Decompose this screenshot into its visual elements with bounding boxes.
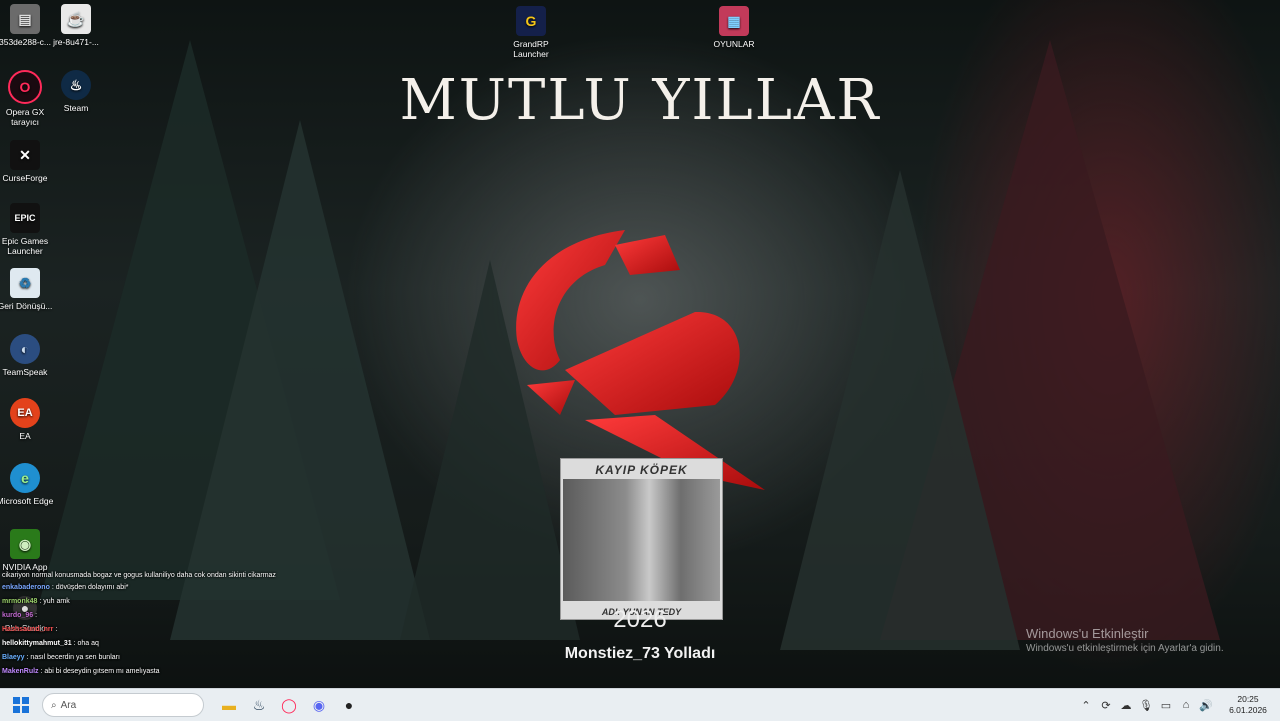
teamspeak-icon: ◐ bbox=[10, 334, 40, 364]
discord-icon: ◉ bbox=[312, 696, 326, 713]
chevron-up-icon: ⌃ bbox=[1081, 699, 1091, 712]
nvidia-icon: ◉ bbox=[10, 529, 40, 559]
tray-volume[interactable]: 🔊 bbox=[1196, 699, 1216, 712]
steam-icon: ♨ bbox=[61, 70, 91, 100]
year-text: 2026 bbox=[613, 606, 667, 633]
chat-message: Hashsaund_nrr : bbox=[2, 626, 58, 633]
folder-games-icon: ▦ bbox=[719, 6, 749, 36]
desktop-icon-label: OYUNLAR bbox=[713, 39, 755, 49]
ea-icon: EA bbox=[10, 398, 40, 428]
chat-message: MakenRulz : abi bi deseydin gıtsem mı am… bbox=[2, 668, 160, 675]
tray-sync[interactable]: ⟳ bbox=[1096, 699, 1116, 712]
curseforge-icon: ✕ bbox=[10, 140, 40, 170]
activation-title: Windows'u Etkinleştir bbox=[1026, 626, 1149, 641]
epic-games-icon: EPIC bbox=[10, 203, 40, 233]
sync-icon: ⟳ bbox=[1101, 699, 1111, 712]
network-icon: ⌂ bbox=[1182, 699, 1190, 711]
desktop-icon-label: Steam bbox=[63, 103, 89, 113]
cloud-icon: ☁ bbox=[1120, 699, 1132, 712]
wallpaper-tree bbox=[170, 120, 430, 640]
search-placeholder: Ara bbox=[60, 699, 77, 711]
activation-subtitle: Windows'u etkinleştirmek için Ayarlar'a … bbox=[1026, 643, 1224, 654]
desktop-icon-label: Geri Dönüşü... bbox=[0, 301, 53, 311]
microphone-icon: 🎙 bbox=[1139, 699, 1153, 712]
desktop-icon-grandrp[interactable]: G GrandRP Launcher bbox=[500, 6, 562, 59]
clock-date: 6.01.2026 bbox=[1229, 705, 1267, 715]
desktop-icon-label: EA bbox=[19, 431, 31, 441]
display-icon: ▭ bbox=[1160, 699, 1172, 712]
wallpaper-title: MUTLU YILLAR bbox=[399, 68, 881, 133]
tray-cloud[interactable]: ☁ bbox=[1116, 699, 1136, 712]
clock-time: 20:25 bbox=[1237, 694, 1259, 704]
desktop-icon-edge[interactable]: e Microsoft Edge bbox=[0, 463, 56, 506]
chat-message: hellokittymahmut_31 : oha aq bbox=[2, 640, 99, 647]
desktop-icon-label: Microsoft Edge bbox=[0, 496, 54, 506]
show-hidden-icons-button[interactable]: ⌃ bbox=[1076, 699, 1096, 712]
desktop-icon-label: GrandRP Launcher bbox=[513, 39, 549, 59]
desktop-icon-label: TeamSpeak bbox=[2, 367, 48, 377]
chat-message: enkabaderono : dövüşden dolayımı abi* bbox=[2, 584, 129, 591]
obs-icon: ● bbox=[344, 697, 354, 713]
wallpaper-tree bbox=[780, 170, 1020, 650]
folder-icon: ▬ bbox=[222, 697, 236, 713]
chat-message: cikariyon normal konusmada bogaz ve gogu… bbox=[2, 572, 276, 579]
taskbar-steam[interactable]: ♨ bbox=[244, 691, 274, 719]
chat-message: kurdo_96 : bbox=[2, 612, 38, 619]
taskbar-obs[interactable]: ● bbox=[334, 691, 364, 719]
stream-chat-overlay: cikariyon normal konusmada bogaz ve gogu… bbox=[2, 570, 292, 679]
lost-dog-poster: KAYIP KÖPEK ADI: YUNAN TEDY bbox=[560, 458, 723, 620]
tray-microphone[interactable]: 🎙 bbox=[1136, 699, 1156, 712]
file-icon: ▤ bbox=[10, 4, 40, 34]
recycle-bin-icon: ♻ bbox=[10, 268, 40, 298]
desktop-icon-curseforge[interactable]: ✕ CurseForge bbox=[0, 140, 56, 183]
desktop-icon-epic-games[interactable]: EPIC Epic Games Launcher bbox=[0, 203, 56, 256]
java-installer-icon: ☕ bbox=[61, 4, 91, 34]
taskbar-clock[interactable]: 20:25 6.01.2026 bbox=[1224, 694, 1272, 716]
search-icon: ⌕ bbox=[51, 699, 57, 711]
sender-text: Monstiez_73 Yolladı bbox=[564, 645, 716, 662]
tray-display[interactable]: ▭ bbox=[1156, 699, 1176, 712]
chat-message: mrmonk48 : yuh amk bbox=[2, 598, 70, 605]
activation-watermark: Windows'u Etkinleştir Windows'u etkinleş… bbox=[1026, 626, 1224, 654]
desktop-icon-steam[interactable]: ♨ Steam bbox=[45, 70, 107, 113]
tray-network[interactable]: ⌂ bbox=[1176, 699, 1196, 711]
desktop-icon-oyunlar[interactable]: ▦ OYUNLAR bbox=[703, 6, 765, 49]
opera-gx-icon: ◯ bbox=[281, 696, 297, 713]
desktop-icon-label: Epic Games Launcher bbox=[1, 236, 49, 256]
chat-message: Blaeyy : nasıl becerdin ya sen bunları bbox=[2, 654, 120, 661]
taskbar-file-explorer[interactable]: ▬ bbox=[214, 691, 244, 719]
grandrp-icon: G bbox=[516, 6, 546, 36]
taskbar-search[interactable]: ⌕ Ara bbox=[42, 693, 204, 717]
taskbar-discord[interactable]: ◉ bbox=[304, 691, 334, 719]
desktop-icon-ea[interactable]: EA EA bbox=[0, 398, 56, 441]
poster-photo bbox=[563, 479, 720, 601]
poster-title: KAYIP KÖPEK bbox=[595, 463, 688, 477]
desktop-icon-nvidia[interactable]: ◉ NVIDIA App bbox=[0, 529, 56, 572]
desktop-icon-label: jre-8u471-... bbox=[53, 37, 99, 47]
taskbar-opera-gx[interactable]: ◯ bbox=[274, 691, 304, 719]
desktop-icon-recycle-bin[interactable]: ♻ Geri Dönüşü... bbox=[0, 268, 56, 311]
desktop-icon-label: CurseForge bbox=[2, 173, 48, 183]
opera-gx-icon: O bbox=[8, 70, 42, 104]
edge-icon: e bbox=[10, 463, 40, 493]
taskbar: ⌕ Ara ▬ ♨ ◯ ◉ ● ⌃ ⟳ ☁ 🎙 ▭ ⌂ 🔊 20:25 6.01… bbox=[0, 688, 1280, 721]
volume-icon: 🔊 bbox=[1199, 699, 1213, 712]
desktop-icon-teamspeak[interactable]: ◐ TeamSpeak bbox=[0, 334, 56, 377]
start-button[interactable] bbox=[6, 691, 36, 719]
windows-logo-icon bbox=[13, 697, 29, 713]
desktop-icon-jre[interactable]: ☕ jre-8u471-... bbox=[45, 4, 107, 47]
steam-icon: ♨ bbox=[252, 696, 266, 713]
